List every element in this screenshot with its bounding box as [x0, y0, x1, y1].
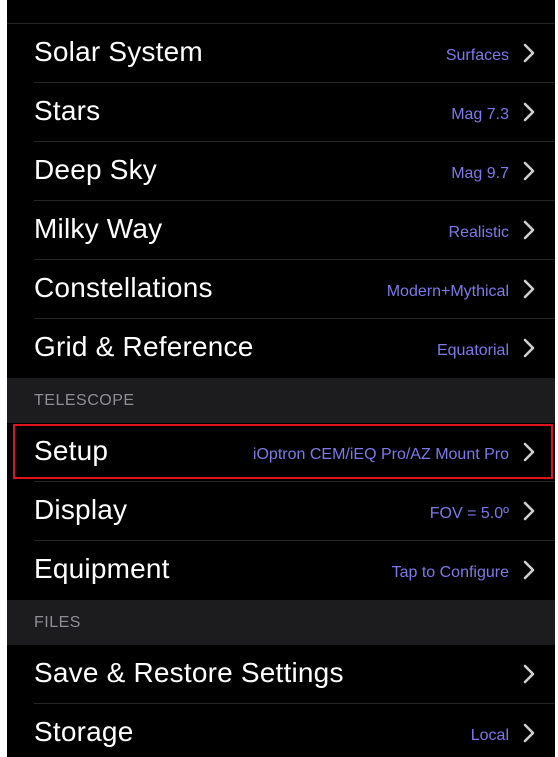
chevron-right-icon	[523, 279, 535, 299]
row-storage[interactable]: Storage Local	[7, 704, 555, 757]
chevron-right-icon	[523, 560, 535, 580]
chevron-right-icon	[523, 102, 535, 122]
chevron-right-icon	[523, 43, 535, 63]
row-value: Tap to Configure	[391, 564, 509, 581]
row-value: Equatorial	[436, 342, 509, 359]
settings-screen: Solar System Surfaces Stars Mag 7.3 Deep…	[7, 0, 555, 757]
chevron-right-icon	[523, 723, 535, 743]
row-milky-way[interactable]: Milky Way Realistic	[7, 201, 555, 260]
row-solar-system[interactable]: Solar System Surfaces	[7, 24, 555, 83]
row-constellations[interactable]: Constellations Modern+Mythical	[7, 260, 555, 319]
row-value: Mag 9.7	[451, 165, 509, 182]
row-label: Deep Sky	[34, 154, 157, 185]
row-setup[interactable]: Setup iOptron CEM/iEQ Pro/AZ Mount Pro	[7, 423, 555, 482]
row-label: Save & Restore Settings	[34, 657, 344, 688]
row-label: Milky Way	[34, 213, 163, 244]
chevron-right-icon	[523, 338, 535, 358]
row-label: Stars	[34, 95, 101, 126]
chevron-right-icon	[523, 220, 535, 240]
row-label: Constellations	[34, 272, 213, 303]
row-value: Mag 7.3	[451, 106, 509, 123]
row-label: Solar System	[34, 36, 203, 67]
chevron-right-icon	[523, 501, 535, 521]
row-label: Setup	[34, 435, 109, 466]
section-header-telescope: TELESCOPE	[7, 378, 555, 423]
row-label: Equipment	[34, 553, 170, 584]
row-value: Local	[470, 727, 509, 744]
row-value: FOV = 5.0º	[429, 505, 509, 522]
row-value: Modern+Mythical	[386, 283, 509, 300]
row-value: Surfaces	[445, 47, 509, 64]
row-label: Storage	[34, 716, 134, 747]
row-deep-sky[interactable]: Deep Sky Mag 9.7	[7, 142, 555, 201]
row-value: Realistic	[448, 224, 509, 241]
section-title: TELESCOPE	[34, 392, 135, 409]
row-equipment[interactable]: Equipment Tap to Configure	[7, 541, 555, 600]
section-title: FILES	[34, 614, 81, 631]
row-save-restore-settings[interactable]: Save & Restore Settings	[7, 645, 555, 704]
chevron-right-icon	[523, 664, 535, 684]
section-header-files: FILES	[7, 600, 555, 645]
row-label: Display	[34, 494, 128, 525]
row-label: Grid & Reference	[34, 331, 254, 362]
chevron-right-icon	[523, 161, 535, 181]
row-value: iOptron CEM/iEQ Pro/AZ Mount Pro	[252, 446, 509, 463]
previous-row-cutoff	[7, 0, 555, 24]
chevron-right-icon	[523, 442, 535, 462]
row-stars[interactable]: Stars Mag 7.3	[7, 83, 555, 142]
row-grid-reference[interactable]: Grid & Reference Equatorial	[7, 319, 555, 378]
row-display[interactable]: Display FOV = 5.0º	[7, 482, 555, 541]
